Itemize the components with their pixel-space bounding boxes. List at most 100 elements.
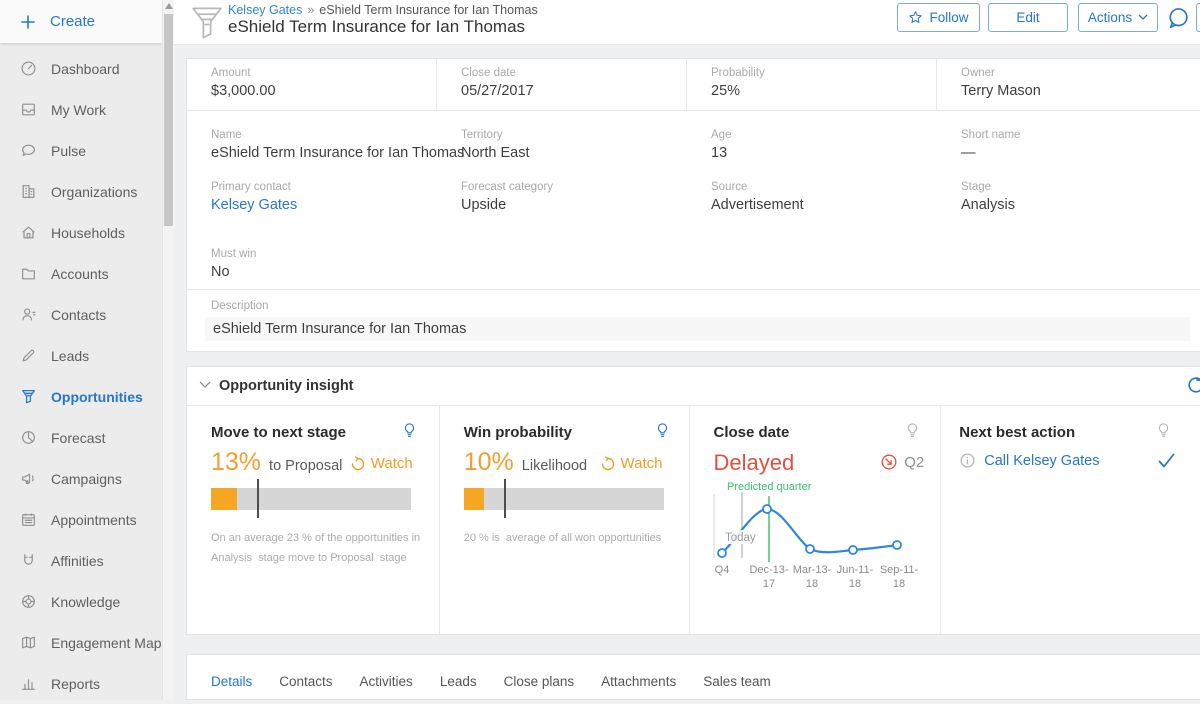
tab-close-plans[interactable]: Close plans xyxy=(504,674,575,689)
insight-card-move-to-next-stage: Move to next stage 13% to Proposal Watch… xyxy=(187,406,439,635)
probability-value: 13% xyxy=(211,448,261,477)
field-age: Age 13 xyxy=(687,121,937,161)
field-label: Must win xyxy=(211,248,437,260)
my-work-icon xyxy=(20,101,37,118)
create-label: Create xyxy=(50,13,95,30)
probability-target: Likelihood xyxy=(522,458,587,474)
card-caption: 20 % is average of all won opportunities xyxy=(464,528,682,548)
tab-leads[interactable]: Leads xyxy=(440,674,477,689)
field-label: Stage xyxy=(961,181,1187,193)
insight-card-next-best-action: Next best action Call Kelsey Gates xyxy=(940,406,1200,635)
sidebar-item-reports[interactable]: Reports xyxy=(0,663,162,704)
watch-icon xyxy=(600,456,616,472)
field-value: No xyxy=(211,264,437,280)
opportunity-funnel-icon xyxy=(188,3,226,43)
affinities-icon xyxy=(20,552,37,569)
accounts-icon xyxy=(20,265,37,282)
field-label: Primary contact xyxy=(211,181,437,193)
sidebar-nav: Dashboard My Work Pulse Organizations Ho… xyxy=(0,43,162,704)
knowledge-icon xyxy=(20,593,37,610)
sidebar-item-label: Leads xyxy=(51,348,89,364)
bulb-icon[interactable] xyxy=(905,422,920,439)
breadcrumb-link[interactable]: Kelsey Gates xyxy=(228,3,302,17)
cutoff-button[interactable] xyxy=(1196,3,1200,32)
detail-tabs-card: Details Contacts Activities Leads Close … xyxy=(186,654,1200,700)
follow-label: Follow xyxy=(929,10,968,25)
field-close-date: Close date 05/27/2017 xyxy=(437,59,687,111)
tab-sales-team[interactable]: Sales team xyxy=(703,674,771,689)
sidebar-item-dashboard[interactable]: Dashboard xyxy=(0,48,162,89)
bulb-icon[interactable] xyxy=(1156,422,1171,439)
tab-activities[interactable]: Activities xyxy=(360,674,413,689)
sidebar-item-opportunities[interactable]: Opportunities xyxy=(0,376,162,417)
sidebar-item-my-work[interactable]: My Work xyxy=(0,89,162,130)
sidebar: Create Dashboard My Work Pulse Organizat… xyxy=(0,0,162,700)
forecast-icon xyxy=(20,429,37,446)
sidebar-item-leads[interactable]: Leads xyxy=(0,335,162,376)
description-value[interactable]: eShield Term Insurance for Ian Thomas xyxy=(205,317,1190,341)
quarter-label: Q2 xyxy=(904,454,924,471)
delayed-quarter: Q2 xyxy=(880,453,924,471)
sidebar-item-appointments[interactable]: Appointments xyxy=(0,499,162,540)
x-tick: Dec-13- xyxy=(749,564,788,576)
field-owner: Owner Terry Mason xyxy=(937,59,1187,111)
insight-cards: Move to next stage 13% to Proposal Watch… xyxy=(187,406,1200,635)
actions-label: Actions xyxy=(1088,10,1132,25)
sidebar-item-households[interactable]: Households xyxy=(0,212,162,253)
tab-attachments[interactable]: Attachments xyxy=(601,674,676,689)
complete-check-icon[interactable] xyxy=(1157,452,1176,469)
sidebar-item-label: Knowledge xyxy=(51,594,120,610)
sidebar-item-label: Accounts xyxy=(51,266,109,282)
sidebar-item-knowledge[interactable]: Knowledge xyxy=(0,581,162,622)
scroll-up-arrow-icon[interactable] xyxy=(165,3,173,9)
predicted-quarter-label: Predicted quarter xyxy=(727,481,812,493)
contacts-icon xyxy=(20,306,37,323)
scrollbar-thumb[interactable] xyxy=(164,14,173,226)
field-label: Close date xyxy=(461,67,686,79)
description-divider xyxy=(187,289,1200,290)
tab-details[interactable]: Details xyxy=(211,674,252,689)
field-row-1: Amount $3,000.00 Close date 05/27/2017 P… xyxy=(187,59,1200,111)
collapse-chevron-icon[interactable] xyxy=(199,381,211,389)
sidebar-item-label: Reports xyxy=(51,676,100,692)
campaigns-icon xyxy=(20,470,37,487)
field-probability: Probability 25% xyxy=(687,59,937,111)
plus-icon xyxy=(20,14,36,30)
field-label: Source xyxy=(711,181,937,193)
reports-icon xyxy=(20,675,37,692)
sidebar-item-forecast[interactable]: Forecast xyxy=(0,417,162,458)
data-point xyxy=(718,549,726,557)
create-button[interactable]: Create xyxy=(0,0,162,43)
sidebar-item-affinities[interactable]: Affinities xyxy=(0,540,162,581)
bulb-icon[interactable] xyxy=(402,422,417,439)
refresh-icon[interactable] xyxy=(1185,374,1200,396)
sidebar-item-engagement-map[interactable]: Engagement Map xyxy=(0,622,162,663)
stage-probability: 13% to Proposal xyxy=(211,448,342,477)
watch-button[interactable]: Watch xyxy=(350,455,413,472)
edit-button[interactable]: Edit xyxy=(988,3,1068,32)
field-short-name: Short name — xyxy=(937,121,1187,161)
field-row-3: Primary contact Kelsey Gates Forecast ca… xyxy=(187,173,1200,213)
field-primary-contact: Primary contact Kelsey Gates xyxy=(187,173,437,213)
sidebar-scrollbar[interactable] xyxy=(162,0,174,700)
insight-card-win-probability: Win probability 10% Likelihood Watch 20 … xyxy=(439,406,689,635)
sidebar-item-label: Campaigns xyxy=(51,471,122,487)
tab-contacts[interactable]: Contacts xyxy=(279,674,332,689)
sidebar-item-accounts[interactable]: Accounts xyxy=(0,253,162,294)
primary-contact-link[interactable]: Kelsey Gates xyxy=(211,197,437,213)
follow-button[interactable]: Follow xyxy=(897,3,980,32)
sidebar-item-contacts[interactable]: Contacts xyxy=(0,294,162,335)
insight-title: Opportunity insight xyxy=(219,378,354,394)
next-best-action-link[interactable]: Call Kelsey Gates xyxy=(959,452,1099,469)
chat-bubble-icon[interactable] xyxy=(1165,6,1191,32)
actions-button[interactable]: Actions xyxy=(1078,3,1158,32)
sidebar-item-organizations[interactable]: Organizations xyxy=(0,171,162,212)
field-value: 25% xyxy=(711,83,936,99)
insight-header: Opportunity insight xyxy=(187,367,1200,406)
sidebar-item-pulse[interactable]: Pulse xyxy=(0,130,162,171)
sidebar-item-label: Contacts xyxy=(51,307,106,323)
opportunity-fields-card: Amount $3,000.00 Close date 05/27/2017 P… xyxy=(186,58,1200,352)
sidebar-item-campaigns[interactable]: Campaigns xyxy=(0,458,162,499)
bulb-icon[interactable] xyxy=(655,422,670,439)
watch-button[interactable]: Watch xyxy=(600,455,663,472)
